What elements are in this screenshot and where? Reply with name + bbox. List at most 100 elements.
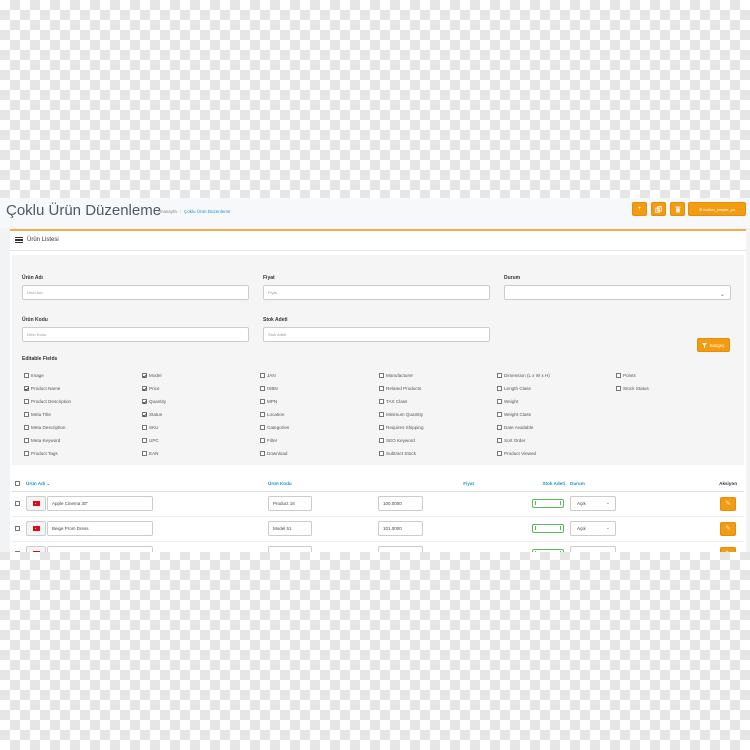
field-checkbox[interactable] [142, 451, 147, 456]
status-select[interactable]: Açık ⌄ [570, 496, 616, 511]
editable-field[interactable]: Requires Shipping [379, 425, 424, 430]
editable-field[interactable]: Weight Class [497, 412, 531, 417]
row-checkbox[interactable] [15, 500, 20, 506]
status-select[interactable]: Açık ⌄ [570, 521, 616, 536]
field-checkbox[interactable] [497, 412, 502, 417]
edit-button[interactable]: ✎ [720, 496, 736, 511]
edit-button[interactable]: ✎ [720, 521, 736, 536]
field-checkbox[interactable] [24, 438, 29, 443]
editable-field[interactable]: Meta Description [24, 425, 65, 430]
product-name-input[interactable]: Apple Cinema 30" [47, 496, 153, 511]
editable-field[interactable]: Status [142, 412, 162, 417]
product-price-input[interactable]: 100.0000 [378, 496, 423, 511]
field-checkbox[interactable] [497, 438, 502, 443]
editable-field[interactable]: Product Name [24, 386, 60, 391]
editable-field[interactable]: Quantity [142, 399, 166, 404]
field-checkbox[interactable] [379, 399, 384, 404]
editable-field[interactable]: Model [142, 373, 162, 378]
copy-button[interactable] [651, 202, 666, 216]
row-checkbox[interactable] [15, 525, 20, 531]
filter-stock-input[interactable]: Stok Adeti [263, 327, 490, 342]
product-code-input[interactable] [268, 545, 312, 552]
editable-field[interactable]: Image [24, 373, 44, 378]
add-button[interactable]: + [632, 202, 647, 216]
editable-field[interactable]: EAN [142, 451, 158, 456]
editable-field[interactable]: Weight [497, 399, 518, 404]
editable-field[interactable]: Manufacturer [379, 373, 413, 378]
field-checkbox[interactable] [379, 438, 384, 443]
field-checkbox[interactable] [260, 451, 265, 456]
editable-field[interactable]: Price [142, 386, 159, 391]
stock-quantity-input[interactable] [532, 498, 564, 508]
status-select[interactable]: ⌄ [570, 545, 616, 552]
field-checkbox[interactable] [379, 373, 384, 378]
filter-price-input[interactable]: Fiyat [263, 285, 490, 300]
col-code[interactable]: Ürün Kodu [268, 477, 376, 492]
field-checkbox[interactable] [260, 438, 265, 443]
field-checkbox[interactable] [497, 399, 502, 404]
col-name[interactable]: Ürün Adı ⌄ [26, 477, 268, 492]
field-checkbox[interactable] [24, 412, 29, 417]
select-all-checkbox[interactable] [15, 480, 20, 486]
col-status[interactable]: Durum [570, 477, 675, 492]
field-checkbox[interactable] [379, 451, 384, 456]
field-checkbox[interactable] [142, 373, 147, 378]
field-checkbox[interactable] [497, 373, 502, 378]
editable-field[interactable]: MPN [260, 399, 277, 404]
field-checkbox[interactable] [142, 425, 147, 430]
field-checkbox[interactable] [24, 386, 29, 391]
filter-status-select[interactable]: ⌄ [504, 285, 731, 300]
field-checkbox[interactable] [142, 386, 147, 391]
product-name-input[interactable]: Beige Prom Dress [47, 521, 153, 536]
editable-field[interactable]: ISBN [260, 386, 278, 391]
field-checkbox[interactable] [260, 373, 265, 378]
field-checkbox[interactable] [260, 412, 265, 417]
editable-field[interactable]: Product Tags [24, 451, 58, 456]
delete-button[interactable] [670, 202, 685, 216]
editable-field[interactable]: Stock Status [616, 386, 649, 391]
field-checkbox[interactable] [379, 386, 384, 391]
editable-field[interactable]: Categories [260, 425, 289, 430]
filter-name-input[interactable]: Ürün Adı [22, 285, 249, 300]
editable-field[interactable]: SKU [142, 425, 158, 430]
editable-field[interactable]: Minimum Quantity [379, 412, 423, 417]
editable-field[interactable]: Dimension (L x W x H) [497, 373, 550, 378]
row-checkbox[interactable] [15, 550, 20, 552]
field-checkbox[interactable] [260, 425, 265, 430]
editable-field[interactable]: Meta Keyword [24, 438, 60, 443]
field-checkbox[interactable] [260, 399, 265, 404]
editable-field[interactable]: Related Products [379, 386, 421, 391]
editable-field[interactable]: Length Class [497, 386, 531, 391]
field-checkbox[interactable] [497, 425, 502, 430]
editable-field[interactable]: Location [260, 412, 284, 417]
stock-quantity-input[interactable] [532, 548, 564, 552]
field-checkbox[interactable] [379, 425, 384, 430]
breadcrumb-current[interactable]: Çoklu Ürün Düzenleme [184, 209, 231, 214]
editable-field[interactable]: JAN [260, 373, 276, 378]
col-price[interactable]: Fiyat [376, 477, 482, 492]
field-checkbox[interactable] [24, 373, 29, 378]
editable-field[interactable]: Product Viewed [497, 451, 536, 456]
field-checkbox[interactable] [24, 425, 29, 430]
field-checkbox[interactable] [24, 399, 29, 404]
field-checkbox[interactable] [142, 412, 147, 417]
editable-field[interactable]: TAX Class [379, 399, 407, 404]
editable-field[interactable]: Meta Title [24, 412, 51, 417]
editable-field[interactable]: SEO Keyword [379, 438, 415, 443]
field-checkbox[interactable] [616, 373, 621, 378]
editable-field[interactable]: Product Description [24, 399, 71, 404]
field-checkbox[interactable] [497, 451, 502, 456]
custom-action-button[interactable]: ⚙ button_simple_pu [688, 202, 746, 216]
field-checkbox[interactable] [616, 386, 621, 391]
product-code-input[interactable]: Model 51 [268, 521, 312, 536]
editable-field[interactable]: UPC [142, 438, 159, 443]
product-price-input[interactable] [378, 545, 423, 552]
field-checkbox[interactable] [142, 399, 147, 404]
col-stock[interactable]: Stok Adeti [482, 477, 570, 492]
editable-field[interactable]: Subtract Stock [379, 451, 416, 456]
editable-field[interactable]: Sort Order [497, 438, 525, 443]
field-checkbox[interactable] [379, 412, 384, 417]
stock-quantity-input[interactable] [532, 523, 564, 533]
filter-code-input[interactable]: Ürün Kodu [22, 327, 249, 342]
product-price-input[interactable]: 101.0000 [378, 521, 423, 536]
